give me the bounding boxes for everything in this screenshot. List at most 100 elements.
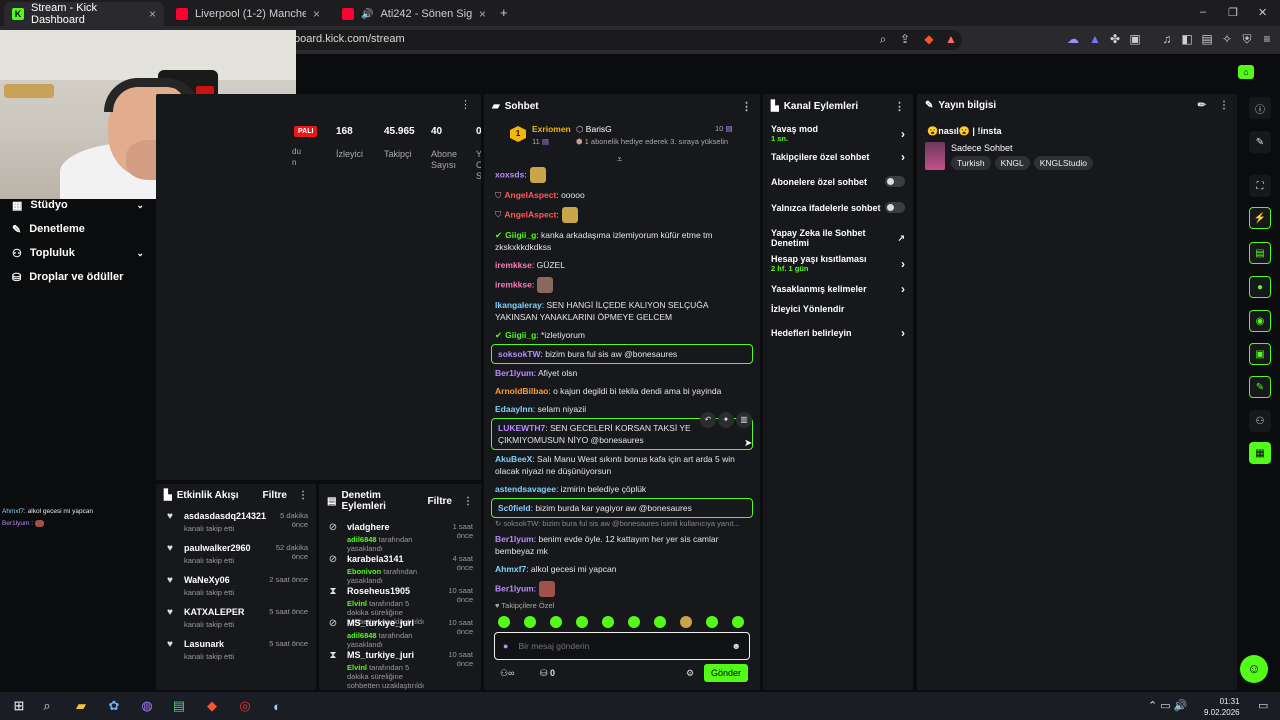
moderation-item[interactable]: ⧗ MS_turkiye_juri Elvinl tarafından 5 daki… (319, 646, 481, 690)
chat-username[interactable]: astendsavagee (495, 484, 556, 494)
chat-message[interactable]: ⛉ AngelAspect: ooooo (489, 186, 755, 204)
reply-icon[interactable]: ↶ (700, 412, 716, 428)
chat-message[interactable]: Sc0field: bizim burda kar yagiyor aw @bo… (491, 498, 753, 518)
menu-icon[interactable]: ≡ (1260, 32, 1274, 46)
chat-message[interactable]: ArnoldBilbao: o kajun degildi bi tekila … (489, 382, 755, 400)
close-tab-icon[interactable]: × (479, 7, 486, 21)
steam-icon[interactable]: ◐ (268, 697, 286, 715)
activity-item[interactable]: ♥ paulwalker2960 kanalı takip etti 52 dakik… (156, 539, 316, 571)
channel-action-item[interactable]: Hesap yaşı kısıtlaması 2 hf. 1 gün › (763, 254, 913, 274)
chat-message[interactable]: Ber1lyum: Afiyet olsn (489, 364, 755, 382)
channel-action-item[interactable]: İzleyici Yönlendir (763, 304, 913, 314)
tag[interactable]: Turkish (951, 156, 991, 170)
clock[interactable]: 01:31 9.02.2026 (1204, 696, 1240, 718)
chat-message[interactable]: lkangaleray: SEN HANGİ İLÇEDE KALIYON SE… (489, 296, 755, 326)
chat-username[interactable]: Ber1lyum (495, 583, 534, 593)
tab-youtube-music[interactable]: 🔊 Ati242 - Sönen Sigaralar [Officia × (334, 2, 494, 26)
maximize-button[interactable]: ❐ (1228, 6, 1238, 19)
tag[interactable]: KNGL (994, 156, 1030, 170)
leo-ai-icon[interactable]: ✧ (1220, 32, 1234, 46)
emote-shortcut-icon[interactable] (732, 616, 744, 628)
file-explorer-icon[interactable]: ▰ (72, 697, 90, 715)
moderation-item[interactable]: ⊘ karabela3141 Ebonivon tarafından yasakla… (319, 550, 481, 585)
edit-icon[interactable]: ✏ (1198, 100, 1206, 111)
tab-kick-dashboard[interactable]: K Stream - Kick Dashboard × (4, 2, 164, 26)
chat-input[interactable] (518, 641, 722, 651)
chat-icon[interactable]: ● (1249, 276, 1271, 298)
emote-shortcut-icon[interactable] (524, 616, 536, 628)
close-tab-icon[interactable]: × (313, 7, 320, 21)
notes-icon[interactable]: ▤ (1249, 242, 1271, 264)
extension-icon[interactable]: ☁ (1066, 32, 1080, 46)
chat-message[interactable]: ⛉ AngelAspect: (489, 204, 755, 226)
activity-filter-button[interactable]: Filtre (263, 490, 287, 501)
emote-shortcut-icon[interactable] (498, 616, 510, 628)
close-tab-icon[interactable]: × (149, 7, 156, 21)
chat-message[interactable]: Ber1lyum: benim evde öyle. 12 kattayım h… (489, 530, 755, 560)
panel-menu-icon[interactable]: ⋮ (894, 100, 905, 113)
chat-username[interactable]: iremkkse (495, 279, 532, 289)
broadcast-icon[interactable]: ◉ (1249, 310, 1271, 332)
support-chat-icon[interactable]: ☺ (1240, 655, 1268, 683)
emote-shortcut-icon[interactable] (706, 616, 718, 628)
brave-shield-icon[interactable]: ◆ (922, 32, 936, 46)
emote-shortcut-icon[interactable] (628, 616, 640, 628)
pin-icon[interactable]: ✦ (718, 412, 734, 428)
chat-message[interactable]: iremkkse: GÜZEL (489, 256, 755, 274)
chat-message[interactable]: ✔ Giigii_g: kanka arkadaşıma izlemiyorum … (489, 226, 755, 256)
app-icon[interactable]: ▤ (170, 697, 188, 715)
chat-username[interactable]: LUKEWTH7 (498, 423, 545, 433)
panel-menu-icon[interactable]: ⋮ (298, 490, 308, 501)
moderation-item[interactable]: ⊘ MS_turkiye_juri adil6848 tarafından yasa… (319, 614, 481, 649)
emote-shortcut-icon[interactable] (550, 616, 562, 628)
chat-input-box[interactable]: ● ☻ (494, 632, 750, 660)
microphone-icon[interactable]: ● (503, 641, 508, 651)
chat-message[interactable]: Ahmxf7: alkol gecesi mi yapcan (489, 560, 755, 578)
chat-menu-icon[interactable]: ⋮ (741, 100, 752, 113)
gifter-entry[interactable]: ⬡ BarisG (576, 124, 612, 135)
obs-icon[interactable]: ◎ (236, 697, 254, 715)
notification-icon[interactable]: ▭ (1258, 699, 1268, 712)
sidebar-item-moderation[interactable]: ✎ Denetleme (12, 217, 144, 241)
chat-message[interactable]: iremkkse: (489, 274, 755, 296)
category-name[interactable]: Sadece Sohbet (951, 143, 1013, 153)
top-gifter-name[interactable]: Exriomen (532, 124, 571, 134)
wrench-icon[interactable]: ✎ (1249, 376, 1271, 398)
sidebar-item-drops[interactable]: ⛁ Droplar ve ödüller (12, 265, 144, 289)
fullscreen-icon[interactable]: ⛶ (1249, 175, 1271, 197)
activity-item[interactable]: ♥ Lasunark kanalı takip etti 5 saat önce (156, 635, 316, 667)
search-icon[interactable]: ⌕ (38, 697, 56, 715)
activity-item[interactable]: ♥ asdasdasdq214321 kanalı takip etti 5 daki… (156, 507, 316, 539)
chat-username[interactable]: Ber1lyum (495, 534, 534, 544)
zoom-icon[interactable]: ⌕ (876, 32, 890, 47)
chat-username[interactable]: AngelAspect (504, 190, 556, 200)
discord-icon[interactable]: ◍ (138, 697, 156, 715)
moderation-filter-button[interactable]: Filtre (428, 496, 452, 507)
chat-username[interactable]: Giigii_g (505, 230, 536, 240)
grid-icon[interactable]: ▦ (1249, 442, 1271, 464)
app-icon[interactable]: ✿ (105, 697, 123, 715)
brave-rewards-icon[interactable]: ▲ (944, 32, 958, 46)
channel-action-item[interactable]: Abonelere özel sohbet (763, 176, 913, 187)
activity-item[interactable]: ♥ WaNeXy06 kanalı takip etti 2 saat önce (156, 571, 316, 603)
moderation-item[interactable]: ⧗ Roseheus1905 Elvinl tarafından 5 dakika … (319, 582, 481, 626)
sidebar-icon[interactable]: ◧ (1180, 32, 1194, 46)
chat-username[interactable]: xoxsds (495, 169, 524, 179)
channel-action-item[interactable]: Takipçilere özel sohbet › (763, 150, 913, 164)
tag[interactable]: KNGLStudio (1033, 156, 1093, 170)
wallet-icon[interactable]: ▤ (1200, 32, 1214, 46)
send-button[interactable]: Gönder (704, 664, 748, 682)
extension-icon[interactable]: ▲ (1088, 32, 1102, 46)
share-icon[interactable]: ⇪ (898, 32, 912, 46)
channel-action-item[interactable]: Yalnızca ifadelerle sohbet (763, 202, 913, 213)
chat-message[interactable]: ✔ Giigii_g: *izletiyorum (489, 326, 755, 344)
edit-icon[interactable]: ✎ (1249, 131, 1271, 153)
panel-menu-icon[interactable]: ⋮ (460, 98, 471, 111)
panel-menu-icon[interactable]: ⋮ (1219, 100, 1229, 111)
chat-username[interactable]: Sc0field (498, 503, 531, 513)
media-icon[interactable]: ♫ (1160, 32, 1174, 46)
panel-menu-icon[interactable]: ⋮ (463, 496, 473, 507)
emoji-icon[interactable]: ☻ (732, 641, 741, 651)
sidebar-item-community[interactable]: ⚇ Topluluk ⌄ (12, 241, 144, 265)
emote-shortcut-icon[interactable] (576, 616, 588, 628)
